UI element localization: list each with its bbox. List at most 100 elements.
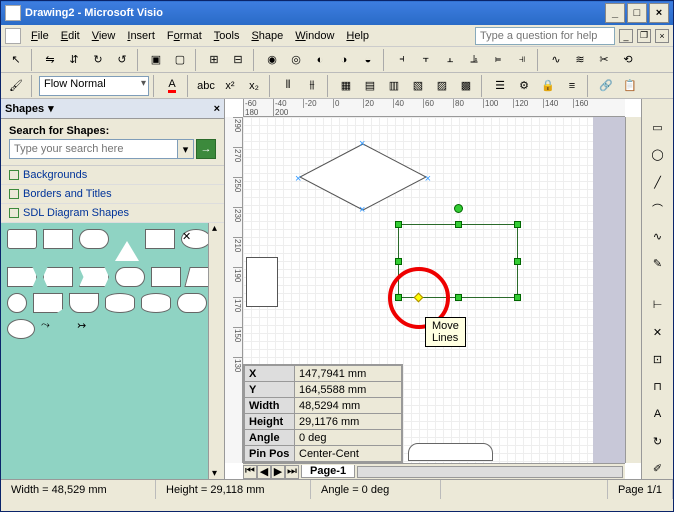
update-align-icon[interactable]: ⟲ bbox=[617, 49, 639, 71]
resize-handle-ne[interactable] bbox=[514, 221, 521, 228]
shape-decision[interactable]: × × × × bbox=[298, 142, 428, 212]
menu-file[interactable]: File bbox=[25, 28, 55, 44]
fill-color-icon[interactable]: A bbox=[161, 75, 183, 97]
rotate-right-icon[interactable]: ↻ bbox=[87, 49, 109, 71]
pencil-tool-icon[interactable]: ✎ bbox=[647, 253, 669, 274]
resize-handle-e[interactable] bbox=[514, 258, 521, 265]
align-right-icon[interactable]: ⫠ bbox=[439, 49, 461, 71]
page-tab[interactable]: Page-1 bbox=[301, 465, 355, 478]
shape-cylinder[interactable] bbox=[105, 293, 135, 313]
align-bottom-icon[interactable]: ⫣ bbox=[511, 49, 533, 71]
doc-restore-button[interactable]: ❐ bbox=[637, 29, 651, 43]
sp-value-width[interactable]: 48,5294 mm bbox=[295, 398, 402, 414]
intersect-icon[interactable]: ◑ bbox=[333, 49, 355, 71]
hyperlink-icon[interactable]: 🔗 bbox=[595, 75, 617, 97]
ruler-icon[interactable]: ▩ bbox=[455, 75, 477, 97]
shape-rounded[interactable] bbox=[115, 267, 145, 287]
sp-value-y[interactable]: 164,5588 mm bbox=[295, 382, 402, 398]
fragment-icon[interactable]: ◐ bbox=[309, 49, 331, 71]
grid-icon[interactable]: ▦ bbox=[335, 75, 357, 97]
shape-rect[interactable] bbox=[43, 229, 73, 249]
doc-close-button[interactable]: × bbox=[655, 29, 669, 43]
snap-icon[interactable]: ▥ bbox=[383, 75, 405, 97]
rotate-tool-icon[interactable]: ↻ bbox=[647, 430, 669, 451]
tab-first-icon[interactable]: ⏮ bbox=[243, 465, 257, 479]
sp-value-angle[interactable]: 0 deg bbox=[295, 430, 402, 446]
send-back-icon[interactable]: ▢ bbox=[169, 49, 191, 71]
shape-circle-x[interactable]: ✕ bbox=[181, 229, 211, 249]
ellipse-tool-icon[interactable]: ◯ bbox=[647, 144, 669, 165]
canvas[interactable]: × × × × MoveLines bbox=[243, 117, 625, 463]
connection-points-icon[interactable]: ▨ bbox=[431, 75, 453, 97]
resize-handle-nw[interactable] bbox=[395, 221, 402, 228]
group-icon[interactable]: ⊞ bbox=[203, 49, 225, 71]
shape-ellipse[interactable] bbox=[7, 319, 35, 339]
style-combo[interactable]: Flow Normal bbox=[39, 76, 149, 96]
horizontal-scrollbar[interactable] bbox=[357, 466, 623, 478]
shape-pill[interactable] bbox=[177, 293, 207, 313]
menu-tools[interactable]: Tools bbox=[208, 28, 246, 44]
layer-props-icon[interactable]: 📋 bbox=[619, 75, 641, 97]
menu-view[interactable]: View bbox=[86, 28, 122, 44]
vertical-scrollbar[interactable] bbox=[625, 117, 641, 463]
maximize-button[interactable]: □ bbox=[627, 3, 647, 23]
shape-process[interactable] bbox=[7, 229, 37, 249]
arc-tool-icon[interactable]: ⌒ bbox=[647, 199, 669, 220]
shape-tag[interactable] bbox=[7, 267, 37, 287]
sp-value-height[interactable]: 29,1176 mm bbox=[295, 414, 402, 430]
bring-front-icon[interactable]: ▣ bbox=[145, 49, 167, 71]
palette-scrollbar[interactable] bbox=[208, 223, 224, 479]
pointer-tool-icon[interactable]: ↖ bbox=[5, 49, 27, 71]
format-painter-icon[interactable]: 🖌 bbox=[5, 75, 27, 97]
align-top-icon[interactable]: ⫡ bbox=[463, 49, 485, 71]
distribute-v-icon[interactable]: ⫵ bbox=[301, 75, 323, 97]
shape-triangle[interactable] bbox=[115, 229, 139, 261]
sp-value-pinpos[interactable]: Center-Cent bbox=[295, 446, 402, 462]
shape-rect3[interactable] bbox=[151, 267, 181, 287]
menu-insert[interactable]: Insert bbox=[121, 28, 161, 44]
stencil-sdl[interactable]: SDL Diagram Shapes bbox=[1, 204, 224, 223]
freeform-tool-icon[interactable]: ∿ bbox=[647, 226, 669, 247]
menu-edit[interactable]: Edit bbox=[55, 28, 86, 44]
menu-shape[interactable]: Shape bbox=[245, 28, 289, 44]
shape-dynamic-connector[interactable]: ↣ bbox=[77, 319, 107, 339]
resize-handle-se[interactable] bbox=[514, 294, 521, 301]
distribute-h-icon[interactable]: ⫴ bbox=[277, 75, 299, 97]
help-search-input[interactable] bbox=[475, 27, 615, 45]
superscript-icon[interactable]: x² bbox=[219, 75, 241, 97]
crop-tool-icon[interactable]: ⊡ bbox=[647, 349, 669, 370]
menu-format[interactable]: Format bbox=[161, 28, 208, 44]
subscript-icon[interactable]: x₂ bbox=[243, 75, 265, 97]
rotation-handle[interactable] bbox=[454, 204, 463, 213]
align-middle-icon[interactable]: ⫢ bbox=[487, 49, 509, 71]
shape-connector[interactable]: ⤳ bbox=[41, 319, 71, 339]
sp-value-x[interactable]: 147,7941 mm bbox=[295, 366, 402, 382]
shape-doc[interactable] bbox=[69, 293, 99, 313]
trim-icon[interactable]: ✂ bbox=[593, 49, 615, 71]
shapes-dropdown-icon[interactable]: ▾ bbox=[48, 102, 54, 115]
union-icon[interactable]: ◉ bbox=[261, 49, 283, 71]
ruler-vertical[interactable]: 290270250230210190170150130 bbox=[225, 117, 243, 463]
flip-h-icon[interactable]: ⇋ bbox=[39, 49, 61, 71]
menu-help[interactable]: Help bbox=[340, 28, 375, 44]
glue-icon[interactable]: ▧ bbox=[407, 75, 429, 97]
line-tool-icon[interactable]: ╱ bbox=[647, 172, 669, 193]
search-dropdown-icon[interactable]: ▾ bbox=[178, 139, 194, 159]
close-button[interactable]: × bbox=[649, 3, 669, 23]
combine-icon[interactable]: ◎ bbox=[285, 49, 307, 71]
shape-rect2[interactable] bbox=[145, 229, 175, 249]
subtract-icon[interactable]: ◒ bbox=[357, 49, 379, 71]
guides-icon[interactable]: ▤ bbox=[359, 75, 381, 97]
shapes-close-icon[interactable]: × bbox=[214, 103, 220, 115]
shape-rounded-bottom[interactable] bbox=[408, 443, 493, 461]
doc-minimize-button[interactable]: _ bbox=[619, 29, 633, 43]
shape-circle[interactable] bbox=[7, 293, 27, 313]
shape-terminator[interactable] bbox=[79, 229, 109, 249]
tab-prev-icon[interactable]: ◀ bbox=[257, 465, 271, 479]
stamp-tool-icon[interactable]: ⊓ bbox=[647, 376, 669, 397]
size-position-window[interactable]: Size & Positi... X147,7941 mm Y164,5588 … bbox=[243, 364, 403, 463]
align-center-icon[interactable]: ⫟ bbox=[415, 49, 437, 71]
custom-props-icon[interactable]: ≡ bbox=[561, 75, 583, 97]
rotate-left-icon[interactable]: ↺ bbox=[111, 49, 133, 71]
resize-handle-n[interactable] bbox=[455, 221, 462, 228]
